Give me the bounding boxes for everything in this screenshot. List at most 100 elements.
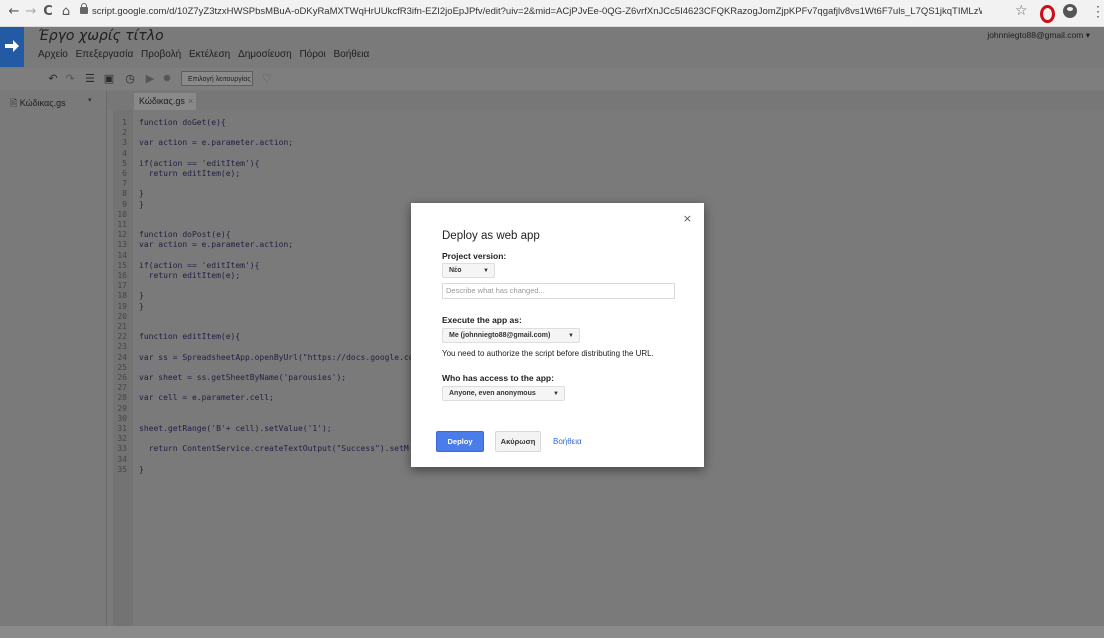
- line-number: 31: [117, 424, 127, 433]
- menu-bar: Αρχείο Επεξεργασία Προβολή Εκτέλεση Δημο…: [38, 49, 374, 60]
- line-number: 33: [117, 444, 127, 454]
- debug-icon[interactable]: ✹: [158, 70, 176, 88]
- line-number: 3: [122, 138, 127, 148]
- save-icon[interactable]: ▣: [100, 70, 118, 88]
- line-number: 19: [117, 301, 127, 311]
- apps-script-logo[interactable]: [0, 27, 24, 67]
- line-number: 24: [117, 352, 127, 362]
- browser-toolbar: ← → C ⌂ script.google.com/d/10Z7yZ3tzxHW…: [0, 0, 1104, 27]
- code-text: if(action == 'editItem'){: [139, 260, 260, 270]
- dropdown-caret-icon: ▼: [553, 391, 559, 397]
- access-label: Who has access to the app:: [442, 373, 554, 383]
- user-account-menu[interactable]: johnniegto88@gmail.com ▾: [987, 30, 1090, 41]
- triggers-clock-icon[interactable]: ◷: [121, 70, 139, 88]
- tab-code-gs[interactable]: Κώδικας.gs ×: [134, 93, 196, 110]
- line-number: 4: [122, 148, 127, 158]
- line-number: 12: [117, 230, 127, 240]
- authorize-note: You need to authorize the script before …: [442, 349, 654, 358]
- line-number: 10: [117, 209, 127, 219]
- line-number: 32: [117, 434, 127, 444]
- menu-publish[interactable]: Δημοσίευση: [238, 49, 292, 60]
- status-bar: [0, 626, 1104, 638]
- chevron-down-icon[interactable]: ▾: [88, 96, 92, 104]
- code-text: }: [139, 301, 144, 311]
- code-text: return editItem(e);: [139, 271, 241, 280]
- address-bar[interactable]: script.google.com/d/10Z7yZ3tzxHWSPbsMBuA…: [78, 3, 982, 23]
- reload-icon[interactable]: C: [40, 4, 56, 20]
- file-list-pane: 🖹 Κώδικας.gs ▾: [0, 91, 107, 626]
- code-text: return ContentService.createTextOutput("…: [139, 444, 409, 454]
- back-arrow-icon[interactable]: ←: [6, 4, 22, 20]
- menu-run[interactable]: Εκτέλεση: [189, 49, 230, 60]
- code-text: }: [139, 189, 144, 199]
- forward-arrow-icon[interactable]: →: [23, 4, 39, 20]
- code-text: function doPost(e){: [139, 230, 231, 240]
- code-text: var action = e.parameter.action;: [139, 138, 294, 148]
- file-item-code-gs[interactable]: 🖹 Κώδικας.gs: [10, 96, 66, 112]
- code-text: var ss = SpreadsheetApp.openByUrl("https…: [139, 352, 414, 362]
- code-text: if(action == 'editItem'){: [139, 158, 260, 168]
- close-icon[interactable]: ×: [188, 93, 193, 110]
- lock-icon: [80, 3, 88, 14]
- run-icon[interactable]: ▶: [141, 70, 159, 88]
- line-number: 13: [117, 240, 127, 250]
- menu-view[interactable]: Προβολή: [141, 49, 181, 60]
- code-text: var action = e.parameter.action;: [139, 240, 294, 250]
- deploy-button[interactable]: Deploy: [436, 431, 484, 452]
- project-version-value: Νέο: [449, 267, 462, 274]
- line-number: 20: [117, 311, 127, 321]
- indent-icon[interactable]: ☰: [81, 70, 99, 88]
- browser-menu-icon[interactable]: ⋮: [1091, 3, 1104, 20]
- menu-resources[interactable]: Πόροι: [299, 49, 325, 60]
- redo-icon[interactable]: ↷: [61, 70, 79, 88]
- line-number: 22: [117, 332, 127, 342]
- home-icon[interactable]: ⌂: [58, 4, 74, 20]
- project-version-select[interactable]: Νέο ▼: [442, 263, 495, 278]
- code-text: }: [139, 464, 144, 474]
- function-select[interactable]: Επιλογή λειτουργίας ▾: [181, 71, 253, 98]
- line-number: 7: [122, 179, 127, 189]
- line-number: 26: [117, 373, 127, 382]
- close-icon[interactable]: ×: [683, 212, 692, 225]
- execute-as-value: Me (johnniegto88@gmail.com): [449, 332, 551, 339]
- menu-file[interactable]: Αρχείο: [38, 49, 68, 60]
- line-number: 29: [117, 403, 127, 413]
- line-number: 8: [122, 189, 127, 199]
- line-number: 16: [117, 271, 127, 280]
- line-number: 27: [117, 383, 127, 393]
- editor-toolbar: ↶ ↷ ☰ ▣ ◷ ▶ ✹ Επιλογή λειτουργίας ▾ ♡: [0, 68, 1104, 98]
- access-select[interactable]: Anyone, even anonymous ▼: [442, 386, 565, 401]
- execute-as-label: Execute the app as:: [442, 315, 522, 325]
- address-url[interactable]: script.google.com/d/10Z7yZ3tzxHWSPbsMBuA…: [92, 6, 982, 17]
- code-text: return editItem(e);: [139, 169, 241, 178]
- bookmark-star-icon[interactable]: ☆: [1015, 3, 1028, 19]
- line-number: 15: [117, 260, 127, 270]
- line-number: 28: [117, 393, 127, 403]
- undo-icon[interactable]: ↶: [44, 70, 62, 88]
- execute-as-select[interactable]: Me (johnniegto88@gmail.com) ▼: [442, 328, 580, 343]
- version-description-input[interactable]: Describe what has changed...: [442, 283, 675, 299]
- line-number: 5: [122, 158, 127, 168]
- access-value: Anyone, even anonymous: [449, 390, 536, 397]
- cancel-button[interactable]: Ακύρωση: [495, 431, 541, 452]
- project-title[interactable]: Έργο χωρίς τίτλο: [38, 28, 164, 44]
- line-number: 18: [117, 291, 127, 301]
- line-number: 21: [117, 322, 127, 331]
- help-link[interactable]: Βοήθεια: [553, 437, 582, 446]
- lightbulb-icon[interactable]: ♡: [258, 70, 276, 88]
- menu-help[interactable]: Βοήθεια: [333, 49, 369, 60]
- line-number: 23: [117, 342, 127, 352]
- code-text: }: [139, 291, 144, 301]
- line-number: 2: [122, 128, 127, 138]
- tab-label: Κώδικας.gs: [139, 96, 185, 106]
- line-number: 25: [117, 362, 127, 372]
- account-icon[interactable]: [1063, 4, 1077, 18]
- opera-icon[interactable]: [1040, 5, 1055, 23]
- line-number: 14: [117, 250, 127, 260]
- line-number: 35: [117, 464, 127, 474]
- menu-edit[interactable]: Επεξεργασία: [76, 49, 134, 60]
- code-text: var cell = e.parameter.cell;: [139, 393, 274, 403]
- code-text: function doGet(e){: [139, 118, 226, 127]
- dialog-title: Deploy as web app: [442, 230, 540, 242]
- arrow-right-icon: [5, 40, 19, 52]
